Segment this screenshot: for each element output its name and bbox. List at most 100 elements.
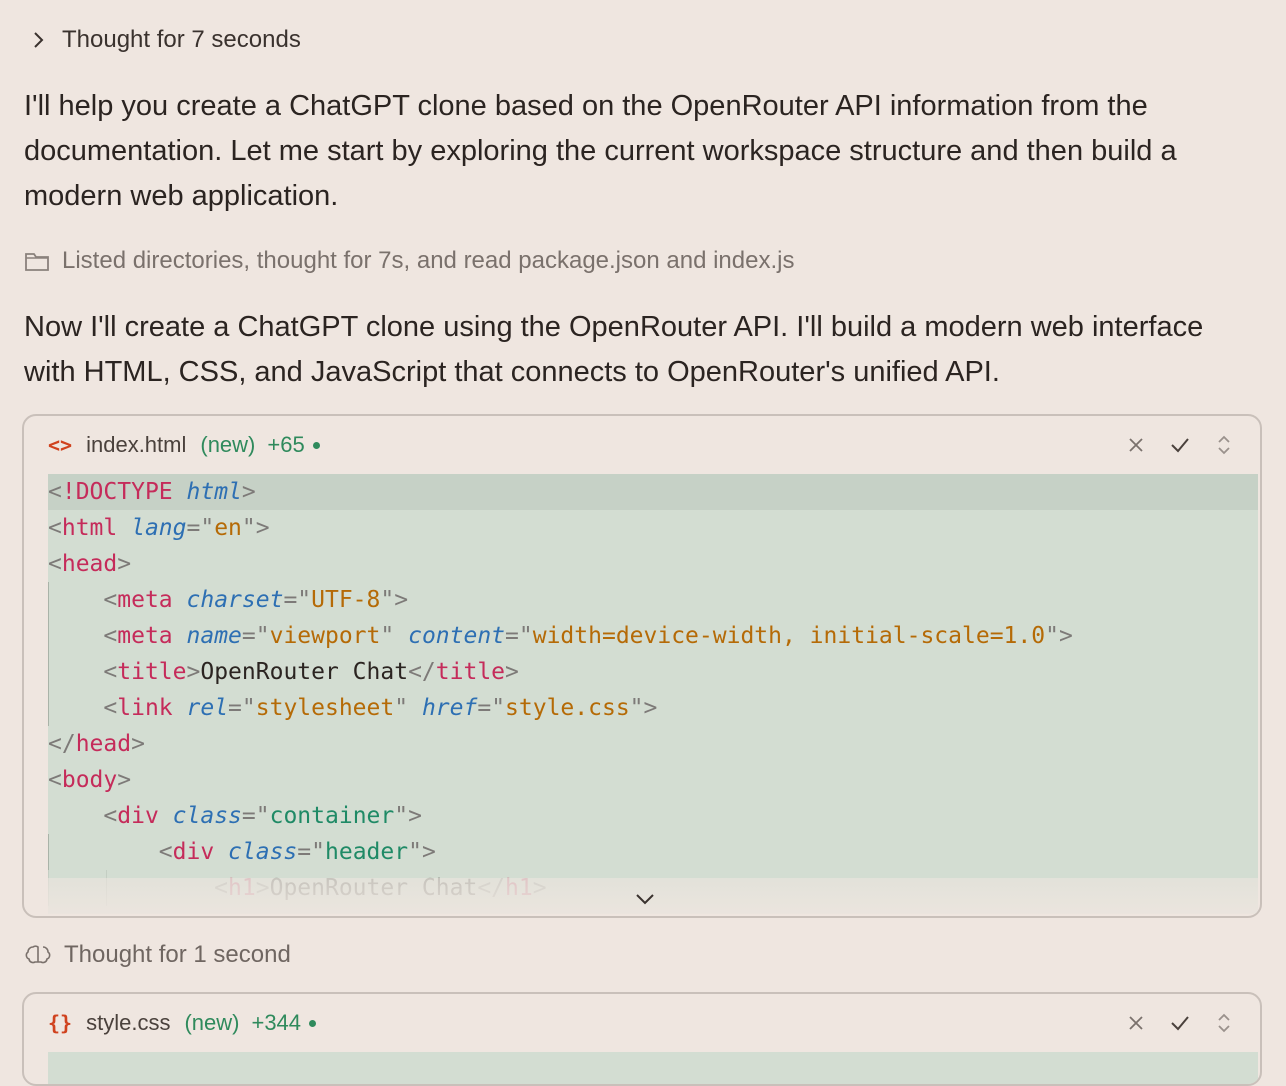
code-line: <html lang="en"> (48, 510, 1258, 546)
unsaved-dot-icon (312, 441, 320, 449)
code-token: "> (629, 695, 658, 721)
thought-toggle-2[interactable]: Thought for 1 second (24, 938, 291, 972)
code-token: head (61, 551, 118, 577)
code-token: "> (394, 803, 422, 829)
code-token: < (103, 659, 118, 685)
code-token: =" (241, 803, 270, 829)
check-icon[interactable] (1168, 433, 1192, 457)
code-token: body (61, 767, 118, 793)
code-token: < (103, 695, 118, 721)
file-card-header[interactable]: <> index.html (new) +65 (24, 416, 1260, 474)
code-token: =" (477, 695, 506, 721)
code-token: rel (186, 695, 229, 721)
code-line: </head> (48, 726, 1258, 762)
code-token: =" (505, 623, 533, 649)
code-token: > (117, 551, 132, 577)
code-token: title (117, 659, 187, 685)
code-token: > (131, 731, 145, 757)
code-token: viewport (269, 623, 381, 649)
file-card-header-2[interactable]: {} style.css (new) +344 (24, 994, 1260, 1052)
thought-toggle[interactable]: Thought for 7 seconds (28, 24, 301, 56)
code-token: head (75, 731, 132, 757)
code-token: " (380, 623, 395, 649)
code-token: html (61, 515, 118, 541)
code-token: html (186, 479, 242, 505)
code-token: < (103, 623, 118, 649)
code-preview-2 (48, 1052, 1258, 1084)
code-line: <meta name="viewport" content="width=dev… (48, 618, 1258, 654)
code-line: <div class="header"> (48, 834, 1258, 870)
code-token: charset (186, 587, 284, 613)
close-icon[interactable] (1124, 433, 1148, 457)
code-token: link (117, 695, 173, 721)
code-token: title (435, 659, 506, 685)
brain-icon (25, 945, 51, 964)
code-line: <meta charset="UTF-8"> (48, 582, 1258, 618)
code-token: > (117, 767, 132, 793)
code-line: <div class="container"> (48, 798, 1258, 834)
code-preview: <!DOCTYPE html> <html lang="en"> <head> <m… (48, 474, 1258, 914)
file-name-2: style.css (86, 1010, 171, 1035)
file-status-2: (new) (184, 1010, 240, 1035)
code-token: > (241, 479, 256, 505)
code-token: < (103, 587, 118, 613)
thought-label-2: Thought for 1 second (64, 941, 291, 968)
unsaved-dot-icon-2 (309, 1019, 317, 1027)
activity-summary[interactable]: Listed directories, thought for 7s, and … (24, 244, 794, 278)
code-token: < (48, 551, 62, 577)
code-token: class (228, 839, 298, 865)
code-token: </ (48, 731, 76, 757)
code-token: =" (186, 515, 215, 541)
code-token: "> (380, 587, 409, 613)
code-token: > (505, 659, 519, 685)
file-edit-card-style-css: {} style.css (new) +344 (22, 992, 1262, 1086)
code-token: header (325, 839, 409, 865)
code-token: " (394, 695, 409, 721)
code-token: lang (131, 515, 187, 541)
code-token: < (103, 803, 118, 829)
assistant-message-2: Now I'll create a ChatGPT clone using th… (24, 311, 1204, 388)
code-token: =" (283, 587, 312, 613)
check-icon[interactable] (1168, 1011, 1192, 1035)
code-token: < (158, 839, 173, 865)
code-token: href (421, 695, 478, 721)
code-token: div (117, 803, 159, 829)
expand-collapse-icon[interactable] (1212, 1011, 1236, 1035)
code-token: stylesheet (255, 695, 395, 721)
code-token: =" (297, 839, 325, 865)
close-icon[interactable] (1124, 1011, 1148, 1035)
code-line: <!DOCTYPE html> (48, 474, 1258, 510)
expand-collapse-icon[interactable] (1212, 433, 1236, 457)
code-token: "> (1045, 623, 1073, 649)
code-line: <body> (48, 762, 1258, 798)
code-token: =" (228, 695, 256, 721)
code-token: en (214, 515, 242, 541)
code-token: > (186, 659, 201, 685)
code-token: "> (241, 515, 270, 541)
code-token: name (186, 623, 242, 649)
code-token: UTF-8 (311, 587, 381, 613)
code-token: < (48, 515, 62, 541)
code-line: <head> (48, 546, 1258, 582)
chevron-down-icon[interactable] (632, 886, 658, 912)
code-token: < (48, 479, 62, 505)
code-token: div (172, 839, 215, 865)
folder-icon (25, 253, 49, 271)
code-token: < (48, 767, 62, 793)
chevron-right-icon (34, 32, 44, 48)
code-token: container (269, 803, 395, 829)
code-token: class (172, 803, 242, 829)
code-token: !DOCTYPE (61, 479, 173, 505)
